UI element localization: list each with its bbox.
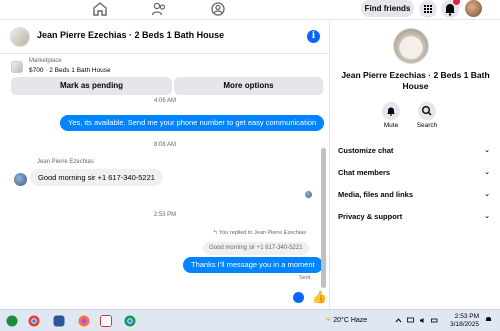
timestamp: 2:53 PM bbox=[153, 212, 177, 218]
taskbar-app-icon[interactable] bbox=[100, 315, 112, 327]
chevron-down-icon: ⌄ bbox=[484, 191, 490, 198]
volume-icon[interactable] bbox=[419, 317, 426, 324]
message-status: Sent bbox=[299, 275, 311, 281]
weather-widget[interactable]: ☀ 20°C Haze bbox=[325, 316, 367, 324]
network-icon[interactable] bbox=[407, 317, 414, 324]
taskbar-app-icon[interactable] bbox=[53, 315, 65, 327]
seen-indicator-avatar bbox=[305, 191, 312, 198]
info-icon[interactable]: i bbox=[307, 30, 320, 43]
weather-text: 20°C Haze bbox=[333, 317, 368, 324]
clock-time: 2:53 PM bbox=[454, 313, 479, 320]
notification-center-icon[interactable] bbox=[485, 316, 492, 323]
menu-grid-icon[interactable] bbox=[419, 0, 437, 18]
clock-date: 3/18/2025 bbox=[450, 321, 479, 328]
timestamp: 8:08 AM bbox=[153, 142, 176, 148]
friends-icon[interactable] bbox=[151, 1, 167, 17]
listing-thumbnail[interactable] bbox=[11, 61, 23, 73]
mute-label: Mute bbox=[383, 122, 399, 129]
more-options-button[interactable]: More options bbox=[174, 77, 323, 95]
media-files-links-row[interactable]: Media, files and links ⌄ bbox=[338, 190, 490, 204]
windows-start-icon[interactable] bbox=[6, 315, 18, 327]
mark-as-pending-button[interactable]: Mark as pending bbox=[11, 77, 172, 95]
contact-profile-avatar[interactable] bbox=[393, 28, 429, 64]
weather-sun-icon: ☀ bbox=[325, 317, 334, 324]
message-thread[interactable]: 4:06 AM Yes, its available. Send me your… bbox=[0, 95, 330, 309]
chevron-down-icon: ⌄ bbox=[484, 213, 490, 220]
mute-icon[interactable] bbox=[382, 102, 400, 120]
conversation-details-panel: Jean Pierre Ezechias · 2 Beds 1 Bath Hou… bbox=[331, 20, 500, 309]
listing-price-title[interactable]: $700 · 2 Beds 1 Bath House bbox=[29, 67, 111, 74]
emoji-icon[interactable] bbox=[293, 292, 304, 303]
section-label: Media, files and links bbox=[338, 190, 414, 199]
search-icon[interactable] bbox=[418, 102, 436, 120]
home-icon[interactable] bbox=[92, 1, 108, 17]
chevron-up-icon[interactable] bbox=[395, 317, 402, 324]
contact-avatar[interactable] bbox=[10, 27, 30, 47]
outgoing-message[interactable]: Thanks I'll message you in a moment bbox=[183, 257, 323, 273]
privacy-support-row[interactable]: Privacy & support ⌄ bbox=[338, 212, 490, 226]
chat-header: Jean Pierre Ezechias · 2 Beds 1 Bath Hou… bbox=[0, 20, 330, 54]
reply-indicator-text: You replied to Jean Pierre Ezechias bbox=[219, 230, 306, 236]
incoming-message[interactable]: Good morning sir +1 617-340-5221 bbox=[30, 169, 163, 186]
windows-taskbar: ☀ 20°C Haze 2:53 PM 3/18/2025 bbox=[0, 309, 500, 331]
chat-panel: Jean Pierre Ezechias · 2 Beds 1 Bath Hou… bbox=[0, 20, 330, 327]
quoted-message[interactable]: Good morning sir +1 617-340-5221 bbox=[203, 242, 309, 255]
find-friends-button[interactable]: Find friends bbox=[361, 0, 414, 17]
chat-members-row[interactable]: Chat members ⌄ bbox=[338, 168, 490, 182]
outgoing-message[interactable]: Yes, its available. Send me your phone n… bbox=[60, 115, 325, 131]
chrome-icon[interactable] bbox=[124, 315, 136, 327]
section-label: Privacy & support bbox=[338, 212, 403, 221]
messenger-window: Find friends Jean Pierre Ezechias · 2 Be… bbox=[0, 0, 500, 331]
clock[interactable]: 2:53 PM 3/18/2025 bbox=[443, 313, 479, 329]
chevron-down-icon: ⌄ bbox=[484, 169, 490, 176]
customize-chat-row[interactable]: Customize chat ⌄ bbox=[338, 146, 490, 160]
marketplace-label: Marketplace bbox=[29, 58, 62, 64]
search-label: Search bbox=[416, 122, 438, 129]
battery-icon[interactable] bbox=[431, 317, 438, 324]
section-label: Customize chat bbox=[338, 146, 394, 155]
contact-name: Jean Pierre Ezechias · 2 Beds 1 Bath Hou… bbox=[341, 70, 490, 91]
chat-title[interactable]: Jean Pierre Ezechias · 2 Beds 1 Bath Hou… bbox=[37, 30, 224, 40]
chevron-down-icon: ⌄ bbox=[484, 147, 490, 154]
sender-avatar[interactable] bbox=[14, 173, 27, 186]
groups-icon[interactable] bbox=[210, 1, 226, 17]
thumbs-up-icon[interactable]: 👍 bbox=[312, 290, 327, 304]
timestamp: 4:06 AM bbox=[153, 98, 176, 104]
profile-avatar[interactable] bbox=[465, 0, 482, 17]
chrome-icon[interactable] bbox=[28, 315, 40, 327]
reply-indicator: ↰ You replied to Jean Pierre Ezechias bbox=[213, 230, 306, 236]
thread-scrollbar[interactable] bbox=[321, 148, 326, 288]
section-label: Chat members bbox=[338, 168, 391, 177]
sender-name: Jean Pierre Ezechias bbox=[37, 159, 94, 165]
top-navigation-bar: Find friends bbox=[0, 0, 500, 20]
firefox-icon[interactable] bbox=[78, 315, 90, 327]
